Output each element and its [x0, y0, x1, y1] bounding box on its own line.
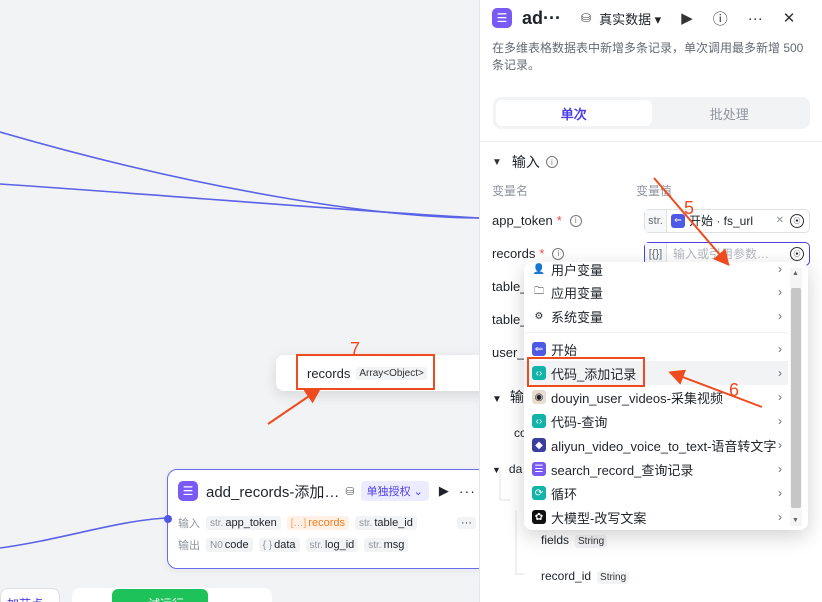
auth-icon: ⛁	[345, 485, 355, 498]
variable-dropdown-menu: 👤 用户变量 › 🗀 应用变量 › ⚙ 系统变量 › ⇐ 开始 › ‹› 代码_添加记录 › ◉ do…	[524, 262, 808, 530]
table-plugin-icon: ☰	[492, 8, 512, 28]
run-icon[interactable]: ▶	[681, 9, 693, 27]
menu-item-llm-rewrite[interactable]: ✿ 大模型-改写文案 ›	[524, 505, 788, 529]
node-input-port[interactable]	[164, 515, 172, 523]
annotation-number-5: 5	[684, 198, 695, 218]
mode-tabs: 单次 批处理	[493, 97, 810, 129]
menu-item-user-variables[interactable]: 👤 用户变量 ›	[524, 262, 788, 281]
chevron-right-icon: ›	[778, 438, 782, 452]
scroll-up-icon[interactable]: ▲	[792, 270, 799, 277]
start-icon: ⇐	[671, 213, 685, 228]
info-icon: i	[552, 247, 565, 260]
menu-item-douyin-videos[interactable]: ◉ douyin_user_videos-采集视频 ›	[524, 385, 788, 409]
auth-badge[interactable]: 单独授权 ⌄	[360, 481, 429, 501]
output-row: record_id String	[541, 569, 630, 584]
input-label: 输入	[178, 518, 200, 530]
add-records-node[interactable]: ☰ add_records-添加… ⛁ 单独授权 ⌄ ▶ ··· 输入 str.…	[164, 469, 487, 569]
input-tag: str. table_id	[354, 516, 417, 530]
chevron-right-icon: ›	[778, 285, 782, 299]
menu-scrollbar[interactable]: ▲ ▼	[790, 268, 802, 526]
plugin-icon: ◉	[532, 390, 546, 404]
chevron-right-icon: ›	[778, 510, 782, 524]
annotation-number-7: 7	[350, 339, 361, 359]
chevron-right-icon: ›	[778, 390, 782, 404]
param-row-app-token: app_token * i str. ⇐ 开始 · fs_url ✕ ⦿	[480, 204, 822, 237]
chevron-right-icon: ›	[778, 262, 782, 276]
menu-divider	[524, 332, 788, 333]
data-mode-select[interactable]: 真实数据 ▾	[599, 9, 661, 28]
annotation-number-6: 6	[729, 380, 740, 400]
node-input-row: 输入 str. app_token […] records str. table_id…	[168, 512, 486, 534]
trial-run-button[interactable]: 试运行	[112, 589, 208, 602]
table-icon: ☰	[532, 462, 546, 476]
chevron-right-icon: ›	[778, 342, 782, 356]
start-icon: ⇐	[532, 342, 546, 356]
chevron-down-icon[interactable]: ▼	[492, 394, 502, 405]
input-tag: […] records	[286, 516, 349, 530]
more-inputs-button[interactable]: ···	[457, 517, 476, 529]
reference-value: 开始 · fs_url	[689, 214, 754, 228]
variable-picker-icon[interactable]: ⦿	[790, 246, 804, 261]
output-label: 输出	[178, 540, 200, 552]
menu-item-search-record[interactable]: ☰ search_record_查询记录 ›	[524, 457, 788, 481]
menu-item-aliyun-voice[interactable]: ◆ aliyun_video_voice_to_text-语音转文字 ›	[524, 433, 788, 457]
panel-description: 在多维表格数据表中新增多条记录，单次调用最多新增 500 条记录。	[492, 41, 804, 72]
variable-picker-icon[interactable]: ⦿	[790, 213, 804, 228]
loop-icon: ⟳	[532, 486, 546, 500]
scrollbar-thumb[interactable]	[791, 288, 801, 508]
type-tag: str.	[645, 209, 667, 232]
input-section-header[interactable]: ▼ 输入 i	[480, 142, 822, 182]
annotation-box-records	[296, 354, 435, 390]
output-row: fields String	[541, 533, 608, 548]
more-icon[interactable]: ···	[459, 483, 476, 499]
output-tag: str. msg	[364, 538, 409, 552]
menu-item-app-variables[interactable]: 🗀 应用变量 ›	[524, 280, 788, 304]
info-icon: i	[545, 156, 558, 168]
help-icon[interactable]: ⓘ	[713, 8, 728, 29]
app-token-value[interactable]: str. ⇐ 开始 · fs_url ✕ ⦿	[644, 208, 810, 233]
chevron-right-icon: ›	[778, 486, 782, 500]
output-section-header[interactable]: ▼ 输	[492, 387, 524, 407]
data-icon: ⛁	[581, 11, 592, 25]
add-node-button[interactable]: 加节点	[0, 588, 60, 602]
chevron-right-icon: ›	[778, 366, 782, 380]
node-title: add_records-添加…	[206, 483, 340, 501]
node-output-row: 输出 N0 code { } data str. log_id str. msg	[168, 534, 486, 556]
annotation-box-code-add-records	[527, 357, 645, 387]
run-icon[interactable]: ▶	[439, 483, 449, 499]
chevron-right-icon: ›	[778, 462, 782, 476]
tab-batch[interactable]: 批处理	[652, 100, 808, 126]
output-tag: N0 code	[206, 538, 253, 552]
info-icon: i	[569, 214, 582, 227]
chevron-down-icon[interactable]: ▼	[492, 157, 502, 168]
tab-single[interactable]: 单次	[496, 100, 652, 126]
scroll-down-icon[interactable]: ▼	[792, 517, 799, 524]
gear-icon: ⚙	[534, 310, 544, 322]
user-icon: 👤	[532, 263, 546, 275]
folder-icon: 🗀	[534, 285, 544, 297]
param-column-headers: 变量名 变量值	[492, 184, 673, 198]
llm-icon: ✿	[532, 510, 546, 524]
code-icon: ‹›	[532, 414, 546, 428]
table-plugin-icon: ☰	[178, 481, 198, 501]
records-placeholder[interactable]: 输入或引用参数…	[673, 245, 790, 262]
clear-icon[interactable]: ✕	[776, 215, 784, 226]
plugin-icon: ◆	[532, 438, 546, 452]
panel-title: ad···	[522, 7, 561, 28]
chevron-right-icon: ›	[778, 309, 782, 323]
more-icon[interactable]: ···	[748, 10, 763, 27]
chevron-right-icon: ›	[778, 414, 782, 428]
input-tag: str. app_token	[206, 516, 281, 530]
menu-item-system-variables[interactable]: ⚙ 系统变量 ›	[524, 304, 788, 328]
menu-item-code-query[interactable]: ‹› 代码-查询 ›	[524, 409, 788, 433]
menu-item-loop[interactable]: ⟳ 循环 ›	[524, 481, 788, 505]
output-tag: { } data	[258, 538, 300, 552]
close-icon[interactable]: ✕	[783, 9, 796, 27]
output-tag: str. log_id	[305, 538, 359, 552]
